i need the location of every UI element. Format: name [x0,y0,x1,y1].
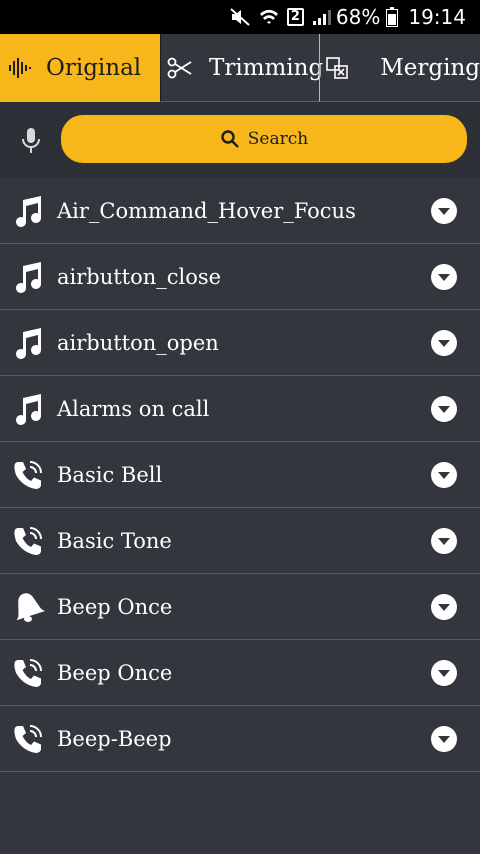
item-label: Beep Once [57,595,173,619]
scissors-icon [167,54,193,82]
list-item[interactable]: airbutton_close [0,244,480,310]
item-label: airbutton_open [57,331,219,355]
mute-icon [229,7,251,27]
chevron-down-icon[interactable] [430,659,458,687]
tab-original[interactable]: Original [0,34,160,102]
item-label: Basic Bell [57,463,163,487]
phone-ring-icon [10,523,46,559]
music-note-icon [10,259,46,295]
chevron-down-icon[interactable] [430,329,458,357]
search-row: Search [0,102,480,178]
chevron-down-icon[interactable] [430,593,458,621]
item-label: airbutton_close [57,265,222,289]
tab-trimming-label: Trimming [209,54,324,81]
list-item[interactable]: Beep-Beep [0,706,480,772]
search-label: Search [247,129,309,149]
phone-ring-icon [10,655,46,691]
music-note-icon [10,193,46,229]
signal-icon [312,8,332,26]
chevron-down-icon[interactable] [430,395,458,423]
list-item[interactable]: Alarms on call [0,376,480,442]
chevron-down-icon[interactable] [430,197,458,225]
battery-percent: 68% [335,5,381,29]
wifi-icon [259,8,279,26]
item-label: Basic Tone [57,529,172,553]
list-item[interactable]: Air_Command_Hover_Focus [0,178,480,244]
list-item[interactable]: Beep Once [0,640,480,706]
item-label: Beep-Beep [57,727,172,751]
search-icon [220,129,240,149]
list-item[interactable]: airbutton_open [0,310,480,376]
music-note-icon [10,325,46,361]
sim-badge: 2 [286,8,304,26]
ringtone-list: Air_Command_Hover_Focus airbutton_close … [0,178,480,772]
item-label: Beep Once [57,661,173,685]
item-label: Air_Command_Hover_Focus [57,199,356,223]
tab-merging[interactable]: Merging [319,34,480,102]
list-item[interactable]: Basic Tone [0,508,480,574]
music-note-icon [10,391,46,427]
list-item[interactable]: Beep Once [0,574,480,640]
phone-ring-icon [10,457,46,493]
bell-icon [10,589,46,625]
phone-ring-icon [10,721,46,757]
chevron-down-icon[interactable] [430,527,458,555]
search-button[interactable]: Search [61,115,467,163]
list-item[interactable]: Basic Bell [0,442,480,508]
battery-icon [386,7,399,27]
clock: 19:14 [408,5,466,29]
chevron-down-icon[interactable] [430,263,458,291]
merge-icon [324,54,350,82]
chevron-down-icon[interactable] [430,461,458,489]
tab-bar: Original Trimming Merging [0,34,480,102]
status-bar: 2 68% 19:14 [0,0,480,34]
waveform-icon [6,54,34,82]
tab-original-label: Original [46,54,142,81]
tab-merging-label: Merging [380,54,480,81]
tab-trimming[interactable]: Trimming [160,34,323,102]
microphone-icon[interactable] [20,126,42,156]
item-label: Alarms on call [57,397,210,421]
chevron-down-icon[interactable] [430,725,458,753]
